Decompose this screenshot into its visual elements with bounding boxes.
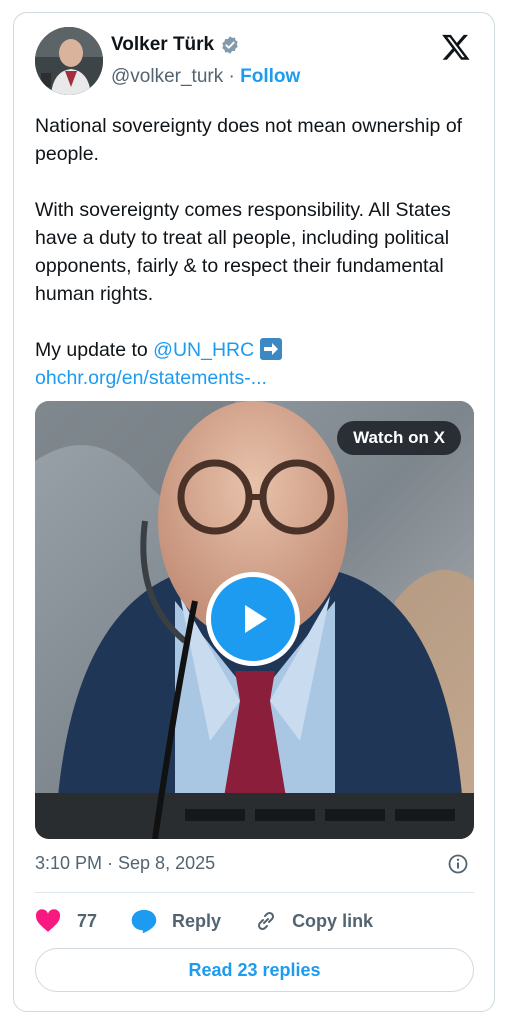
like-button[interactable]: 77 — [35, 909, 97, 933]
watch-on-x-button[interactable]: Watch on X — [337, 421, 461, 455]
action-bar: 77 Reply Copy link — [35, 903, 373, 939]
separator-dot: · — [228, 66, 235, 87]
tweet-paragraph-2: With sovereignty comes responsibility. A… — [35, 199, 451, 305]
handle-row: @volker_turk · Follow — [111, 66, 300, 88]
info-icon[interactable] — [446, 852, 470, 876]
read-replies-button[interactable]: Read 23 replies — [35, 948, 474, 992]
reply-button[interactable]: Reply — [130, 908, 221, 934]
follow-button[interactable]: Follow — [240, 66, 300, 87]
avatar[interactable] — [35, 27, 103, 95]
update-prefix: My update to — [35, 339, 154, 361]
author-name-row: Volker Türk — [111, 34, 240, 56]
tweet-paragraph-3: My update to @UN_HRC ohchr.org/en/statem… — [35, 336, 480, 392]
tweet-paragraph-1: National sovereignty does not mean owner… — [35, 115, 463, 165]
author-name[interactable]: Volker Türk — [111, 34, 214, 56]
tweet-text: National sovereignty does not mean owner… — [35, 112, 480, 392]
reply-label: Reply — [172, 910, 222, 931]
link-icon — [254, 909, 278, 933]
author-handle[interactable]: @volker_turk — [111, 66, 223, 87]
copy-link-label: Copy link — [292, 910, 374, 931]
x-logo-icon[interactable] — [441, 32, 471, 62]
play-icon[interactable] — [206, 572, 300, 666]
arrow-right-icon — [259, 338, 282, 360]
mention-link[interactable]: @UN_HRC — [153, 339, 254, 361]
like-count: 77 — [77, 910, 98, 931]
copy-link-button[interactable]: Copy link — [254, 909, 373, 933]
verified-badge-icon — [220, 35, 240, 55]
heart-icon — [35, 909, 61, 933]
reply-icon — [130, 908, 158, 934]
statement-link[interactable]: ohchr.org/en/statements-... — [35, 367, 267, 389]
video-thumbnail[interactable]: Watch on X — [35, 401, 474, 839]
divider — [35, 892, 474, 893]
timestamp[interactable]: 3:10 PM · Sep 8, 2025 — [35, 853, 215, 874]
